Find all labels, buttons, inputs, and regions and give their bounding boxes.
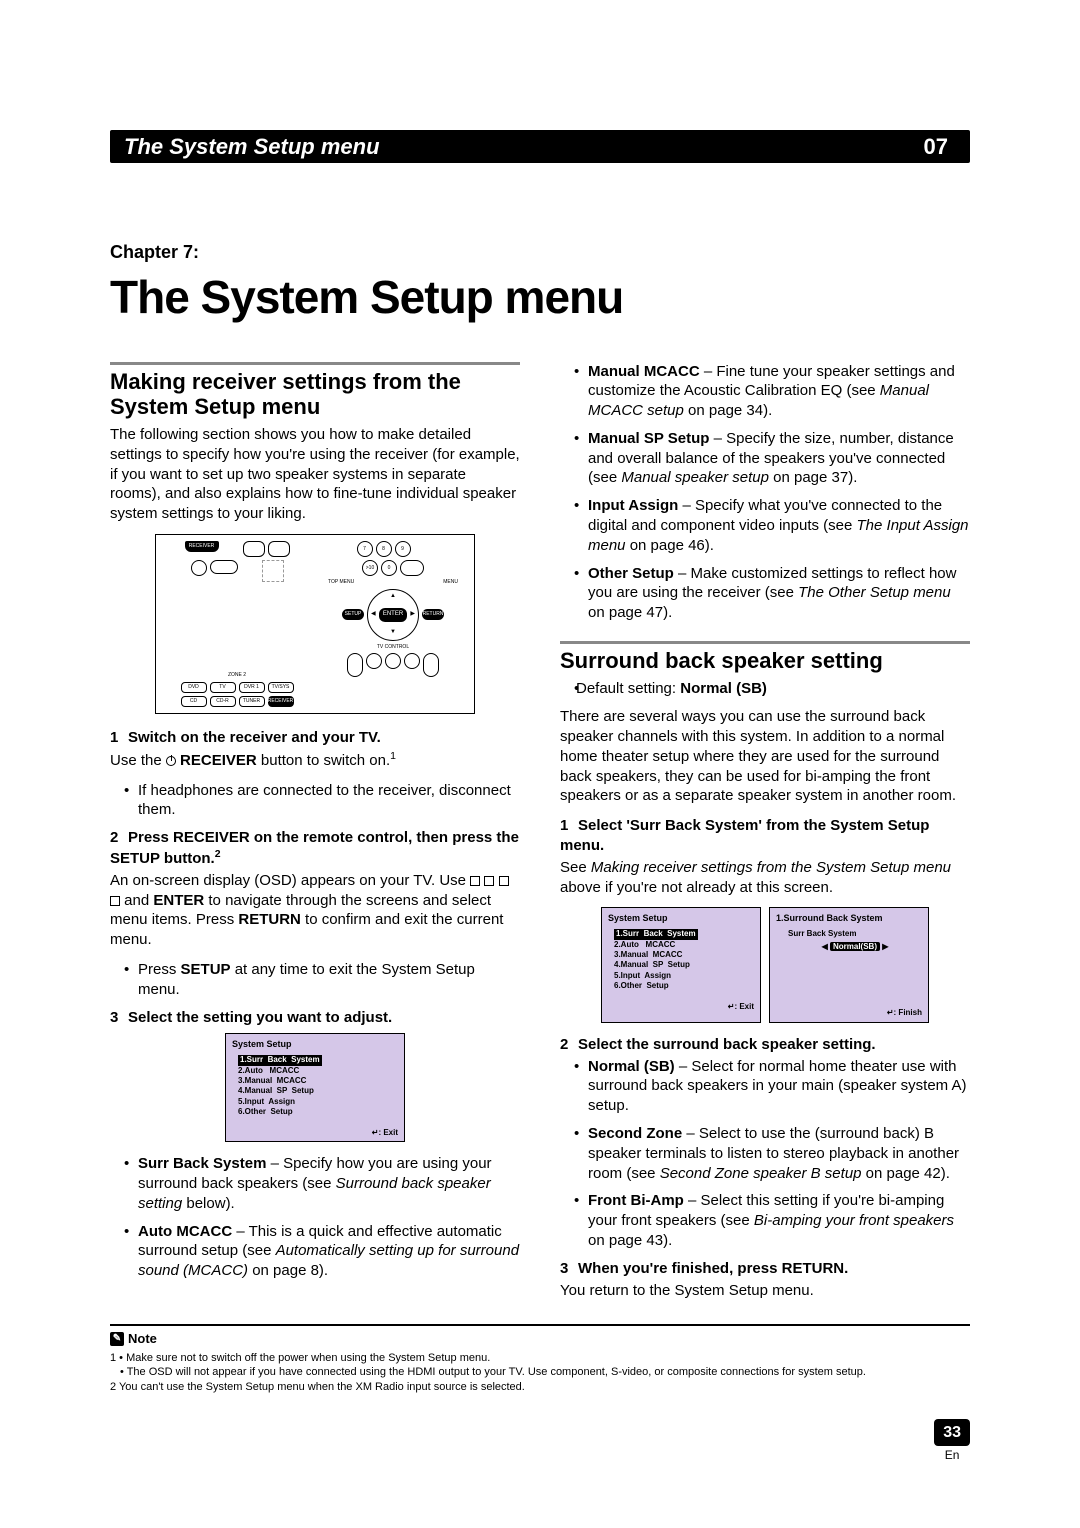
footnotes: 1 • Make sure not to switch off the powe… <box>110 1351 970 1396</box>
dvr1-button: DVR 1 <box>239 682 265 693</box>
section-heading-surround-back: Surround back speaker setting <box>560 648 970 673</box>
header-bar: The System Setup menu 07 <box>110 130 970 163</box>
num-9: 9 <box>395 541 411 557</box>
step-2-bullet: Press SETUP at any time to exit the Syst… <box>110 960 520 1000</box>
header-badge: 07 <box>916 132 956 161</box>
remote-illustration: RECEIVER ZONE 2 DVD TV DVR 1 T <box>155 534 475 714</box>
chapter-label: Chapter 7: <box>110 241 970 265</box>
tv-button: TV <box>210 682 236 693</box>
bullet-normal-sb: Normal (SB) – Select for normal home the… <box>560 1057 970 1116</box>
step-2-heading: 2Press RECEIVER on the remote control, t… <box>110 828 520 869</box>
setup-button: SETUP <box>342 609 364 620</box>
tvctl-btn <box>404 653 420 669</box>
osd-pair: System Setup 1.Surr Back System 2.Auto M… <box>560 907 970 1023</box>
vol-rocker <box>347 653 363 677</box>
menu-label: MENU <box>443 579 458 586</box>
note-rule <box>110 1324 970 1326</box>
remote-left-panel: RECEIVER ZONE 2 DVD TV DVR 1 T <box>162 541 312 707</box>
arrow-icon <box>470 876 480 886</box>
default-setting: Default setting: Normal (SB) <box>560 679 970 699</box>
footnote-1b: • The OSD will not appear if you have co… <box>110 1365 970 1380</box>
content-columns: Making receiver settings from the System… <box>110 362 970 1311</box>
arrow-icon <box>499 876 509 886</box>
return-button: RETURN <box>422 609 444 620</box>
enter-small <box>400 560 424 576</box>
power-icon <box>191 560 207 576</box>
right-column: Manual MCACC – Fine tune your speaker se… <box>560 362 970 1311</box>
footnote-1a: 1 • Make sure not to switch off the powe… <box>110 1351 970 1366</box>
section-rule <box>560 641 970 644</box>
topmenu-label: TOP MENU <box>328 579 354 586</box>
receiver-button: RECEIVER <box>185 541 219 552</box>
note-icon: ✎ <box>110 1332 124 1346</box>
arrow-icon <box>484 876 494 886</box>
sb-step-2-heading: 2Select the surround back speaker settin… <box>560 1035 970 1055</box>
zone2-label: ZONE 2 <box>162 672 312 679</box>
footnote-2: 2 You can't use the System Setup menu wh… <box>110 1380 970 1395</box>
bullet-auto-mcacc: Auto MCACC – This is a quick and effecti… <box>110 1222 520 1281</box>
sb-step-3-heading: 3When you're finished, press RETURN. <box>560 1259 970 1279</box>
sb-step-1-body: See Making receiver settings from the Sy… <box>560 858 970 898</box>
osd-system-setup: System Setup 1.Surr Back System 2.Auto M… <box>225 1033 405 1142</box>
remote-small-btn <box>268 541 290 557</box>
section-rule <box>110 362 520 365</box>
tvctl-btn <box>366 653 382 669</box>
remote-right-panel: 7 8 9 >10 0 TOP MENU MENU SETUP <box>318 541 468 707</box>
tvsys-button: TV/SYS <box>268 682 294 693</box>
bullet-manual-mcacc: Manual MCACC – Fine tune your speaker se… <box>560 362 970 421</box>
power-icon <box>166 756 176 766</box>
step-1-body: Use the RECEIVER button to switch on.1 <box>110 750 520 771</box>
tvcontrol-label: TV CONTROL <box>318 644 468 651</box>
bullet-surr-back: Surr Back System – Specify how you are u… <box>110 1154 520 1213</box>
remote-small-btn <box>243 541 265 557</box>
bullet-other-setup: Other Setup – Make customized settings t… <box>560 564 970 623</box>
cdr-button: CD-R <box>210 696 236 707</box>
remote-pill-btn <box>210 560 238 574</box>
remote-grid-icon <box>262 560 284 582</box>
step-1-heading: 1Switch on the receiver and your TV. <box>110 728 520 748</box>
num-10: >10 <box>362 560 378 576</box>
section-heading-making-settings: Making receiver settings from the System… <box>110 369 520 420</box>
header-title: The System Setup menu <box>124 132 380 161</box>
chapter-title: The System Setup menu <box>110 267 970 328</box>
step-3-heading: 3Select the setting you want to adjust. <box>110 1008 520 1028</box>
note-heading: ✎ Note <box>110 1330 970 1347</box>
receiver-pill-button: RECEIVER <box>268 696 294 707</box>
step-2-body: An on-screen display (OSD) appears on yo… <box>110 871 520 950</box>
left-column: Making receiver settings from the System… <box>110 362 520 1311</box>
dvd-button: DVD <box>181 682 207 693</box>
osd-system-setup-2: System Setup 1.Surr Back System 2.Auto M… <box>601 907 761 1023</box>
sb-step-3-body: You return to the System Setup menu. <box>560 1281 970 1301</box>
bullet-input-assign: Input Assign – Specify what you've conne… <box>560 496 970 555</box>
page-lang: En <box>934 1448 970 1464</box>
num-7: 7 <box>357 541 373 557</box>
page-number: 33 <box>934 1419 970 1446</box>
enter-button: ENTER <box>379 608 407 622</box>
bullet-second-zone: Second Zone – Select to use the (surroun… <box>560 1124 970 1183</box>
num-0: 0 <box>381 560 397 576</box>
intro-paragraph: The following section shows you how to m… <box>110 425 520 524</box>
osd-surr-back-system: 1.Surround Back System Surr Back System … <box>769 907 929 1023</box>
bullet-front-biamp: Front Bi-Amp – Select this setting if yo… <box>560 1191 970 1250</box>
sb-step-1-heading: 1Select 'Surr Back System' from the Syst… <box>560 816 970 856</box>
tvctl-btn <box>385 653 401 669</box>
num-8: 8 <box>376 541 392 557</box>
sb-intro: There are several ways you can use the s… <box>560 707 970 806</box>
bullet-manual-sp: Manual SP Setup – Specify the size, numb… <box>560 429 970 488</box>
step-1-bullet: If headphones are connected to the recei… <box>110 781 520 821</box>
arrow-icon <box>110 896 120 906</box>
page-number-badge: 33 En <box>934 1419 970 1464</box>
dpad-ring: ▲ ▼ ◀ ▶ ENTER <box>367 589 419 641</box>
vol-rocker <box>423 653 439 677</box>
tuner-button: TUNER <box>239 696 265 707</box>
cd-button: CD <box>181 696 207 707</box>
